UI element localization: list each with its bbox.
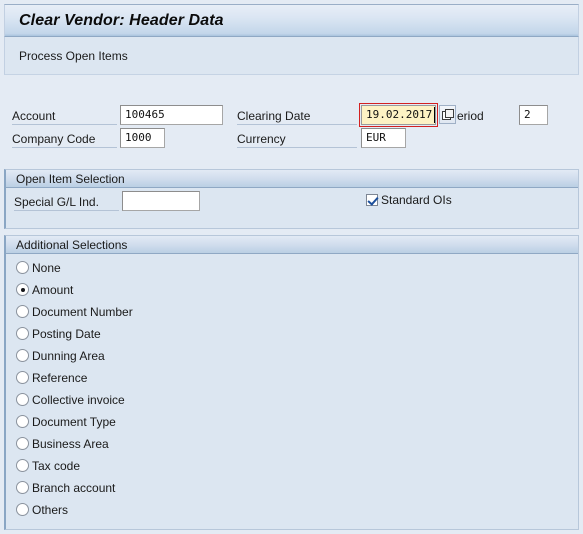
sap-screen: Clear Vendor: Header Data Process Open I…	[0, 0, 583, 534]
radio-dunning-area[interactable]	[16, 349, 29, 362]
text-caret	[434, 107, 435, 123]
radio-option-reference[interactable]: Reference	[16, 369, 87, 386]
period-label: eriod	[457, 109, 484, 123]
radio-option-others[interactable]: Others	[16, 501, 68, 518]
radio-option-dunning-area[interactable]: Dunning Area	[16, 347, 105, 364]
subtitle-text: Process Open Items	[19, 48, 128, 63]
additional-selections-title: Additional Selections	[16, 237, 128, 252]
window-title-bar: Clear Vendor: Header Data	[4, 4, 579, 37]
open-item-selection-title: Open Item Selection	[16, 171, 125, 186]
clearing-date-input[interactable]: 19.02.2017	[361, 105, 436, 125]
additional-selections-group: Additional Selections None Amount Docume…	[4, 235, 579, 530]
radio-label-reference: Reference	[32, 370, 88, 385]
radio-label-branch-account: Branch account	[32, 480, 116, 495]
matchcode-icon[interactable]	[439, 105, 456, 124]
currency-input[interactable]: EUR	[361, 128, 406, 148]
radio-document-number[interactable]	[16, 305, 29, 318]
special-gl-ind-label: Special G/L Ind.	[14, 194, 119, 211]
radio-option-business-area[interactable]: Business Area	[16, 435, 109, 452]
page-title: Clear Vendor: Header Data	[19, 11, 224, 29]
radio-option-collective-invoice[interactable]: Collective invoice	[16, 391, 125, 408]
radio-document-type[interactable]	[16, 415, 29, 428]
radio-option-amount[interactable]: Amount	[16, 281, 73, 298]
radio-option-document-type[interactable]: Document Type	[16, 413, 116, 430]
standard-ois-label: Standard OIs	[381, 193, 452, 207]
radio-option-branch-account[interactable]: Branch account	[16, 479, 115, 496]
radio-option-tax-code[interactable]: Tax code	[16, 457, 80, 474]
radio-tax-code[interactable]	[16, 459, 29, 472]
radio-branch-account[interactable]	[16, 481, 29, 494]
radio-label-business-area: Business Area	[32, 436, 109, 451]
radio-option-posting-date[interactable]: Posting Date	[16, 325, 101, 342]
overlapping-squares-icon	[442, 109, 454, 120]
account-label: Account	[12, 108, 117, 125]
open-item-selection-body: Special G/L Ind. Standard OIs	[6, 188, 578, 228]
additional-selections-header: Additional Selections	[6, 236, 578, 254]
standard-ois-checkbox[interactable]	[366, 194, 378, 206]
additional-selections-body: None Amount Document Number Posting Date…	[6, 254, 578, 529]
radio-label-tax-code: Tax code	[32, 458, 81, 473]
radio-posting-date[interactable]	[16, 327, 29, 340]
radio-label-collective-invoice: Collective invoice	[32, 392, 125, 407]
company-code-label: Company Code	[12, 131, 117, 148]
special-gl-ind-input[interactable]	[122, 191, 200, 211]
radio-reference[interactable]	[16, 371, 29, 384]
period-input[interactable]: 2	[519, 105, 548, 125]
radio-label-document-number: Document Number	[32, 304, 133, 319]
open-item-selection-group: Open Item Selection Special G/L Ind. Sta…	[4, 169, 579, 229]
radio-none[interactable]	[16, 261, 29, 274]
radio-label-dunning-area: Dunning Area	[32, 348, 105, 363]
open-item-selection-header: Open Item Selection	[6, 170, 578, 188]
radio-business-area[interactable]	[16, 437, 29, 450]
radio-option-none[interactable]: None	[16, 259, 61, 276]
company-code-input[interactable]: 1000	[120, 128, 165, 148]
radio-label-amount: Amount	[32, 282, 74, 297]
radio-label-posting-date: Posting Date	[32, 326, 101, 341]
radio-amount[interactable]	[16, 283, 29, 296]
standard-ois-checkbox-row[interactable]: Standard OIs	[366, 193, 452, 207]
radio-label-none: None	[32, 260, 61, 275]
radio-collective-invoice[interactable]	[16, 393, 29, 406]
subtitle-bar: Process Open Items	[4, 37, 579, 75]
currency-label: Currency	[237, 131, 357, 148]
radio-others[interactable]	[16, 503, 29, 516]
clearing-date-label: Clearing Date	[237, 108, 357, 125]
radio-option-document-number[interactable]: Document Number	[16, 303, 133, 320]
account-input[interactable]: 100465	[120, 105, 223, 125]
radio-label-document-type: Document Type	[32, 414, 116, 429]
radio-label-others: Others	[32, 502, 69, 517]
